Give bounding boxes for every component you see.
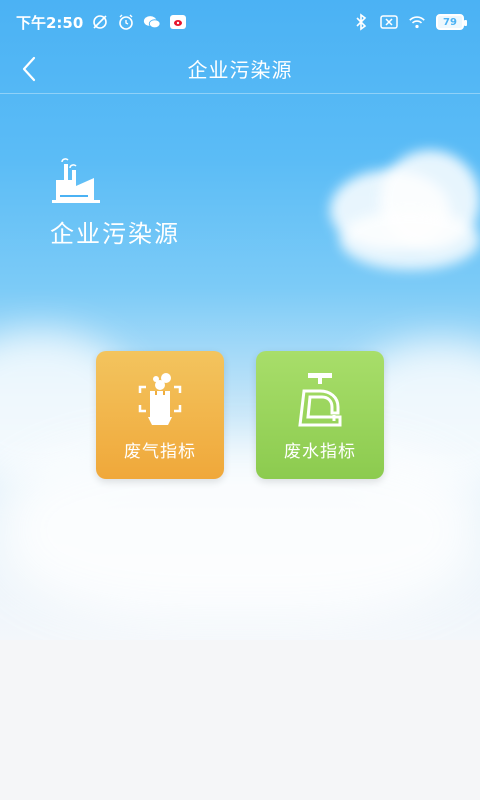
wifi-icon: [408, 13, 426, 31]
back-button[interactable]: [14, 54, 44, 84]
tile-label: 废水指标: [284, 442, 356, 462]
wechat-icon: [143, 13, 161, 31]
no-sim-icon: [380, 13, 398, 31]
sky-background: [0, 0, 480, 640]
cloud: [0, 440, 480, 620]
nav-bar: 企业污染源: [0, 44, 480, 94]
chevron-left-icon: [22, 56, 36, 82]
page-title: 企业污染源: [187, 58, 293, 82]
status-time: 下午2:50: [16, 13, 84, 32]
cloud: [340, 210, 480, 270]
status-bar: 下午2:50 79: [0, 0, 480, 44]
factory-icon: [50, 156, 102, 204]
faucet-icon: [298, 373, 342, 427]
exhaust-icon: [138, 373, 182, 425]
wastewater-indicator-button[interactable]: 废水指标: [256, 351, 384, 479]
hero-title: 企业污染源: [50, 220, 180, 248]
battery-indicator: 79: [436, 14, 467, 30]
tile-label: 废气指标: [124, 442, 196, 462]
sync-off-icon: [91, 13, 109, 31]
exhaust-indicator-button[interactable]: 废气指标: [96, 351, 224, 479]
alarm-icon: [117, 13, 135, 31]
weibo-icon: [169, 13, 187, 31]
bluetooth-icon: [352, 13, 370, 31]
